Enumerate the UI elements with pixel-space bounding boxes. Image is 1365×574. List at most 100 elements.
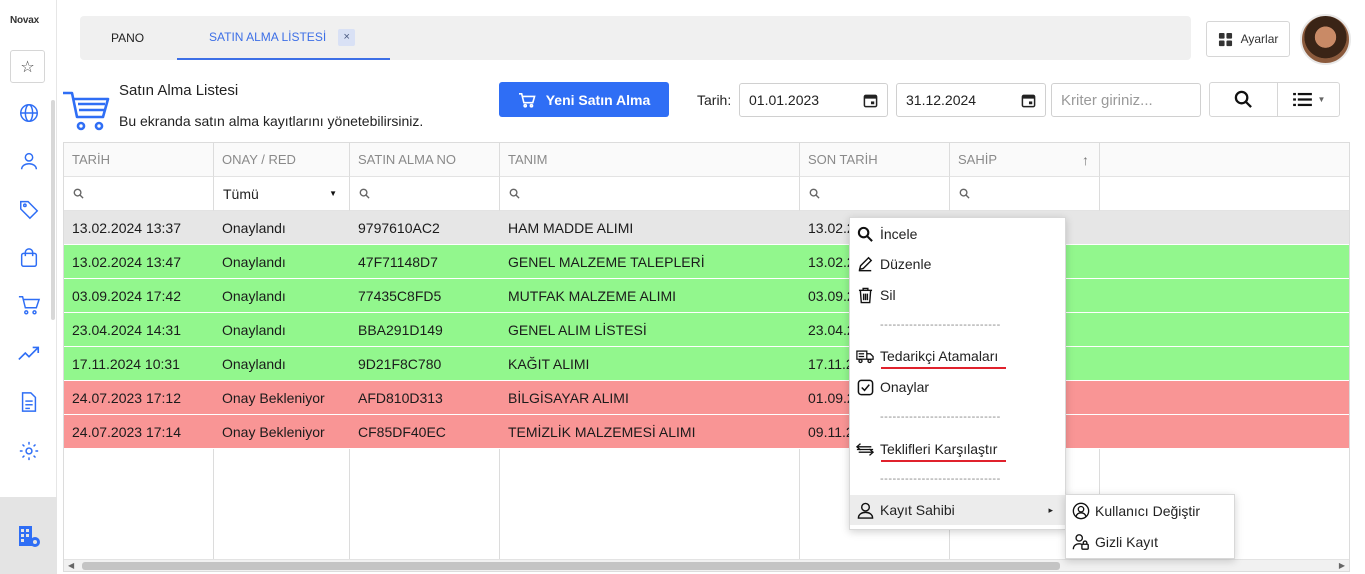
menu-item-edit[interactable]: Düzenle [850,249,1065,279]
scrollbar-thumb[interactable] [82,562,1060,570]
cell-status: Onay Bekleniyor [222,424,325,440]
menu-item-approvals[interactable]: Onaylar [850,372,1065,402]
col-header-status[interactable]: ONAY / RED [214,143,350,177]
filter-owner[interactable] [950,177,1100,211]
company-settings-button[interactable] [0,497,57,574]
menu-separator: ----------------------------- [880,473,1001,485]
menu-item-label: Tedarikçi Atamaları [880,348,999,364]
menu-item-delete[interactable]: Sil [850,280,1065,310]
col-header-due-date[interactable]: SON TARİH [800,143,950,177]
search-toolbar: ▼ [1209,82,1340,117]
col-header-description[interactable]: TANIM [500,143,800,177]
scroll-left-icon[interactable]: ◀ [68,560,74,571]
cell-number: 9D21F8C780 [358,356,442,372]
search-icon [509,188,520,199]
table-row[interactable]: 13.02.2024 13:47 Onaylandı 47F71148D7 GE… [64,245,1349,279]
cell-description: HAM MADDE ALIMI [508,220,634,236]
cell-number: 9797610AC2 [358,220,440,236]
horizontal-scrollbar[interactable]: ◀ ▶ [64,559,1349,571]
menu-item-record-owner[interactable]: Kayıt Sahibi ▸ [850,495,1065,525]
tab-pano[interactable]: PANO [111,16,144,60]
building-gear-icon [18,525,40,547]
table-row[interactable]: 03.09.2024 17:42 Onaylandı 77435C8FD5 MU… [64,279,1349,313]
cell-number: AFD810D313 [358,390,443,406]
sort-asc-icon: ↑ [1082,151,1089,168]
submenu-item-change-user[interactable]: Kullanıcı Değiştir [1066,496,1234,526]
col-header-number[interactable]: SATIN ALMA NO [350,143,500,177]
table-row[interactable]: 24.07.2023 17:12 Onay Bekleniyor AFD810D… [64,381,1349,415]
filter-description[interactable] [500,177,800,211]
tag-icon[interactable] [16,196,42,222]
cart-icon[interactable] [16,292,42,318]
highlight-underline [881,367,1006,369]
search-button[interactable] [1210,83,1277,116]
highlight-underline [881,460,1006,462]
avatar[interactable] [1300,14,1351,65]
table-row[interactable]: 13.02.2024 13:37 Onaylandı 9797610AC2 HA… [64,211,1349,245]
rail-scrollbar[interactable] [51,100,55,320]
settings-gear-icon[interactable] [16,438,42,464]
table-row[interactable]: 24.07.2023 17:14 Onay Bekleniyor CF85DF4… [64,415,1349,449]
favorites-button[interactable]: ☆ [10,50,45,83]
caret-down-icon: ▼ [329,189,337,198]
criteria-search-input[interactable] [1051,83,1201,117]
grid-icon [1218,32,1232,46]
filter-empty [1100,177,1349,211]
owner-submenu: Kullanıcı Değiştir Gizli Kayıt [1065,494,1235,559]
cell-number: 77435C8FD5 [358,288,442,304]
cell-number: CF85DF40EC [358,424,446,440]
page-subtitle: Bu ekranda satın alma kayıtlarını yönete… [119,113,424,129]
filter-number[interactable] [350,177,500,211]
menu-item-label: Onaylar [880,379,930,395]
scroll-right-icon[interactable]: ▶ [1339,560,1345,571]
list-menu-button[interactable]: ▼ [1278,83,1340,116]
check-square-icon [856,378,874,396]
menu-item-label: Düzenle [880,256,932,272]
document-icon[interactable] [16,389,42,415]
search-icon [1234,90,1252,108]
list-icon [1292,92,1312,107]
menu-item-label: Kayıt Sahibi [880,502,955,518]
cell-date: 13.02.2024 13:47 [72,254,181,270]
date-from-field[interactable]: 01.01.2023 [739,83,888,117]
menu-item-inspect[interactable]: İncele [850,219,1065,249]
col-header-owner[interactable]: SAHİP ↑ [950,143,1100,177]
row-context-menu: İncele Düzenle Sil ---------------------… [849,217,1066,530]
shopping-bag-icon[interactable] [16,245,42,271]
table-row[interactable]: 23.04.2024 14:31 Onaylandı BBA291D149 GE… [64,313,1349,347]
cell-date: 24.07.2023 17:12 [72,390,181,406]
cell-date: 23.04.2024 14:31 [72,322,181,338]
globe-icon[interactable] [16,100,42,126]
date-to-field[interactable]: 31.12.2024 [896,83,1046,117]
cell-status: Onaylandı [222,254,286,270]
cell-description: TEMİZLİK MALZEMESİ ALIMI [508,424,696,440]
truck-icon [856,347,874,365]
settings-label: Ayarlar [1240,32,1279,46]
close-icon[interactable]: × [338,28,356,46]
col-header-empty [1100,143,1349,177]
cell-description: BİLGİSAYAR ALIMI [508,390,629,406]
star-icon: ☆ [20,58,35,76]
settings-button[interactable]: Ayarlar [1206,21,1290,57]
filter-due-date[interactable] [800,177,950,211]
tab-purchase-list[interactable]: SATIN ALMA LİSTESİ × [177,16,390,60]
submenu-item-hidden-record[interactable]: Gizli Kayıt [1066,527,1234,557]
menu-item-label: İncele [880,226,918,242]
user-icon[interactable] [16,148,42,174]
tab-label: SATIN ALMA LİSTESİ [209,30,327,44]
new-purchase-button[interactable]: Yeni Satın Alma [499,82,669,117]
search-icon [959,188,970,199]
col-header-owner-label: SAHİP [958,152,998,167]
trending-up-icon[interactable] [16,340,42,366]
cell-status: Onaylandı [222,322,286,338]
calendar-icon [863,94,878,108]
cell-status: Onaylandı [222,220,286,236]
cell-status: Onay Bekleniyor [222,390,325,406]
filter-date[interactable] [64,177,214,211]
date-to-value: 31.12.2024 [906,92,977,108]
cell-number: 47F71148D7 [358,254,438,270]
submenu-item-label: Kullanıcı Değiştir [1095,503,1201,519]
filter-status-select[interactable]: Tümü ▼ [214,177,350,211]
table-row[interactable]: 17.11.2024 10:31 Onaylandı 9D21F8C780 KA… [64,347,1349,381]
col-header-date[interactable]: TARİH [64,143,214,177]
